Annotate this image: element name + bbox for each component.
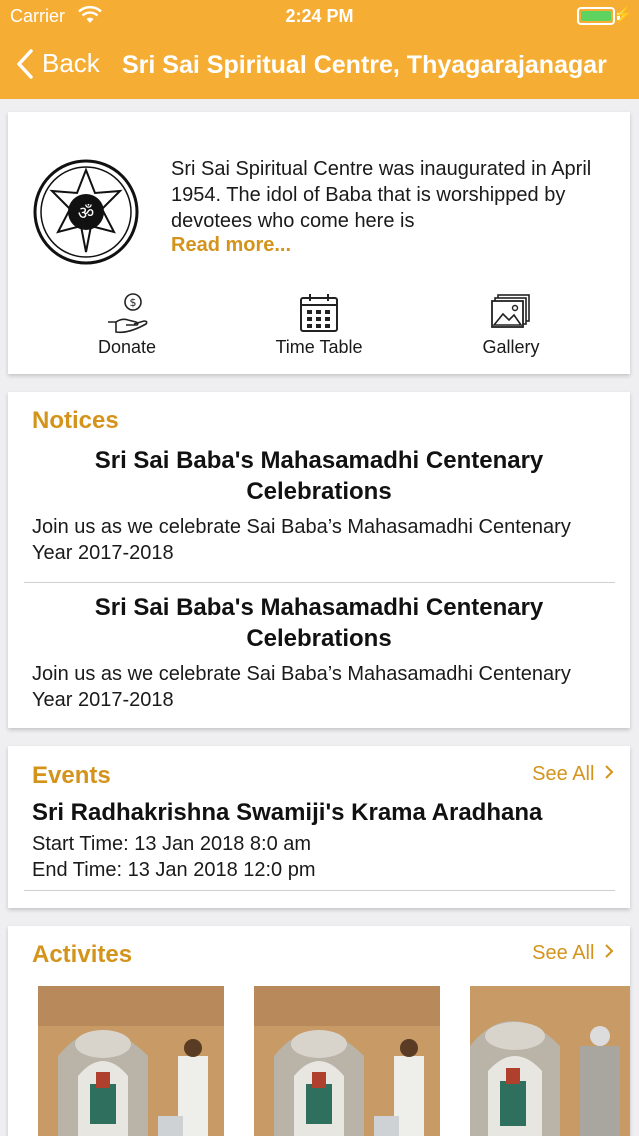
event-start-time: Start Time: 13 Jan 2018 8:0 am xyxy=(32,833,312,855)
event-title: Sri Radhakrishna Swamiji's Krama Aradhan… xyxy=(32,799,543,826)
activity-thumbnail[interactable] xyxy=(470,986,630,1136)
see-all-label: See All xyxy=(532,942,595,964)
notice-title: Sri Sai Baba's Mahasamadhi Centenary Cel… xyxy=(94,594,544,652)
back-label: Back xyxy=(42,48,100,78)
activity-thumbnail[interactable] xyxy=(38,986,224,1136)
time-table-button[interactable]: Time Table xyxy=(249,292,389,358)
event-divider xyxy=(24,890,615,891)
activities-heading: Activites xyxy=(32,941,133,968)
time-table-label: Time Table xyxy=(275,337,363,357)
events-see-all-link[interactable]: See All xyxy=(532,763,614,786)
chevron-left-icon xyxy=(17,48,33,79)
events-card: Events See All Sri Radhakrishna Swamiji'… xyxy=(8,746,630,908)
see-all-label: See All xyxy=(532,763,595,785)
centre-logo: ॐ xyxy=(33,159,139,265)
gallery-label: Gallery xyxy=(482,337,540,357)
about-card: ॐ Sri Sai Spiritual Centre was inaugurat… xyxy=(8,112,630,374)
svg-text:$: $ xyxy=(130,296,137,309)
calendar-icon xyxy=(300,294,338,332)
read-more-link[interactable]: Read more... xyxy=(171,234,291,257)
page-title: Sri Sai Spiritual Centre, Thyagarajanaga… xyxy=(122,51,607,79)
activity-photo xyxy=(470,986,630,1136)
status-time: 2:24 PM xyxy=(285,6,354,26)
navigation-bar: Back Sri Sai Spiritual Centre, Thyagaraj… xyxy=(0,40,639,94)
app-header: Carrier 2:24 PM ⚡ Back Sri Sai Spiritual… xyxy=(0,0,639,99)
events-heading: Events xyxy=(32,762,111,789)
donate-button[interactable]: $ Donate xyxy=(57,292,197,358)
gallery-button[interactable]: Gallery xyxy=(441,292,581,358)
activity-photo xyxy=(254,986,440,1136)
notices-card: Notices Sri Sai Baba's Mahasamadhi Cente… xyxy=(8,392,630,728)
back-button[interactable]: Back xyxy=(16,48,100,79)
notice-body: Join us as we celebrate Sai Baba’s Mahas… xyxy=(32,516,571,564)
notice-body: Join us as we celebrate Sai Baba’s Mahas… xyxy=(32,663,571,711)
notice-title: Sri Sai Baba's Mahasamadhi Centenary Cel… xyxy=(94,447,544,505)
notice-divider xyxy=(24,582,615,583)
donate-label: Donate xyxy=(97,337,157,357)
gallery-icon xyxy=(491,294,530,328)
event-end-time: End Time: 13 Jan 2018 12:0 pm xyxy=(32,859,316,881)
charging-icon: ⚡ xyxy=(613,7,633,24)
chevron-right-icon xyxy=(605,765,614,779)
svg-text:ॐ: ॐ xyxy=(78,203,94,224)
activities-see-all-link[interactable]: See All xyxy=(532,942,614,965)
status-bar: Carrier 2:24 PM ⚡ xyxy=(0,0,639,34)
activity-thumbnail[interactable] xyxy=(254,986,440,1136)
donate-icon: $ xyxy=(108,293,148,334)
battery-icon xyxy=(577,7,615,25)
chevron-right-icon xyxy=(605,944,614,958)
notices-heading: Notices xyxy=(32,407,119,434)
activity-photo xyxy=(38,986,224,1136)
activities-card: Activites See All xyxy=(8,926,630,1136)
about-text: Sri Sai Spiritual Centre was inaugurated… xyxy=(171,158,592,232)
